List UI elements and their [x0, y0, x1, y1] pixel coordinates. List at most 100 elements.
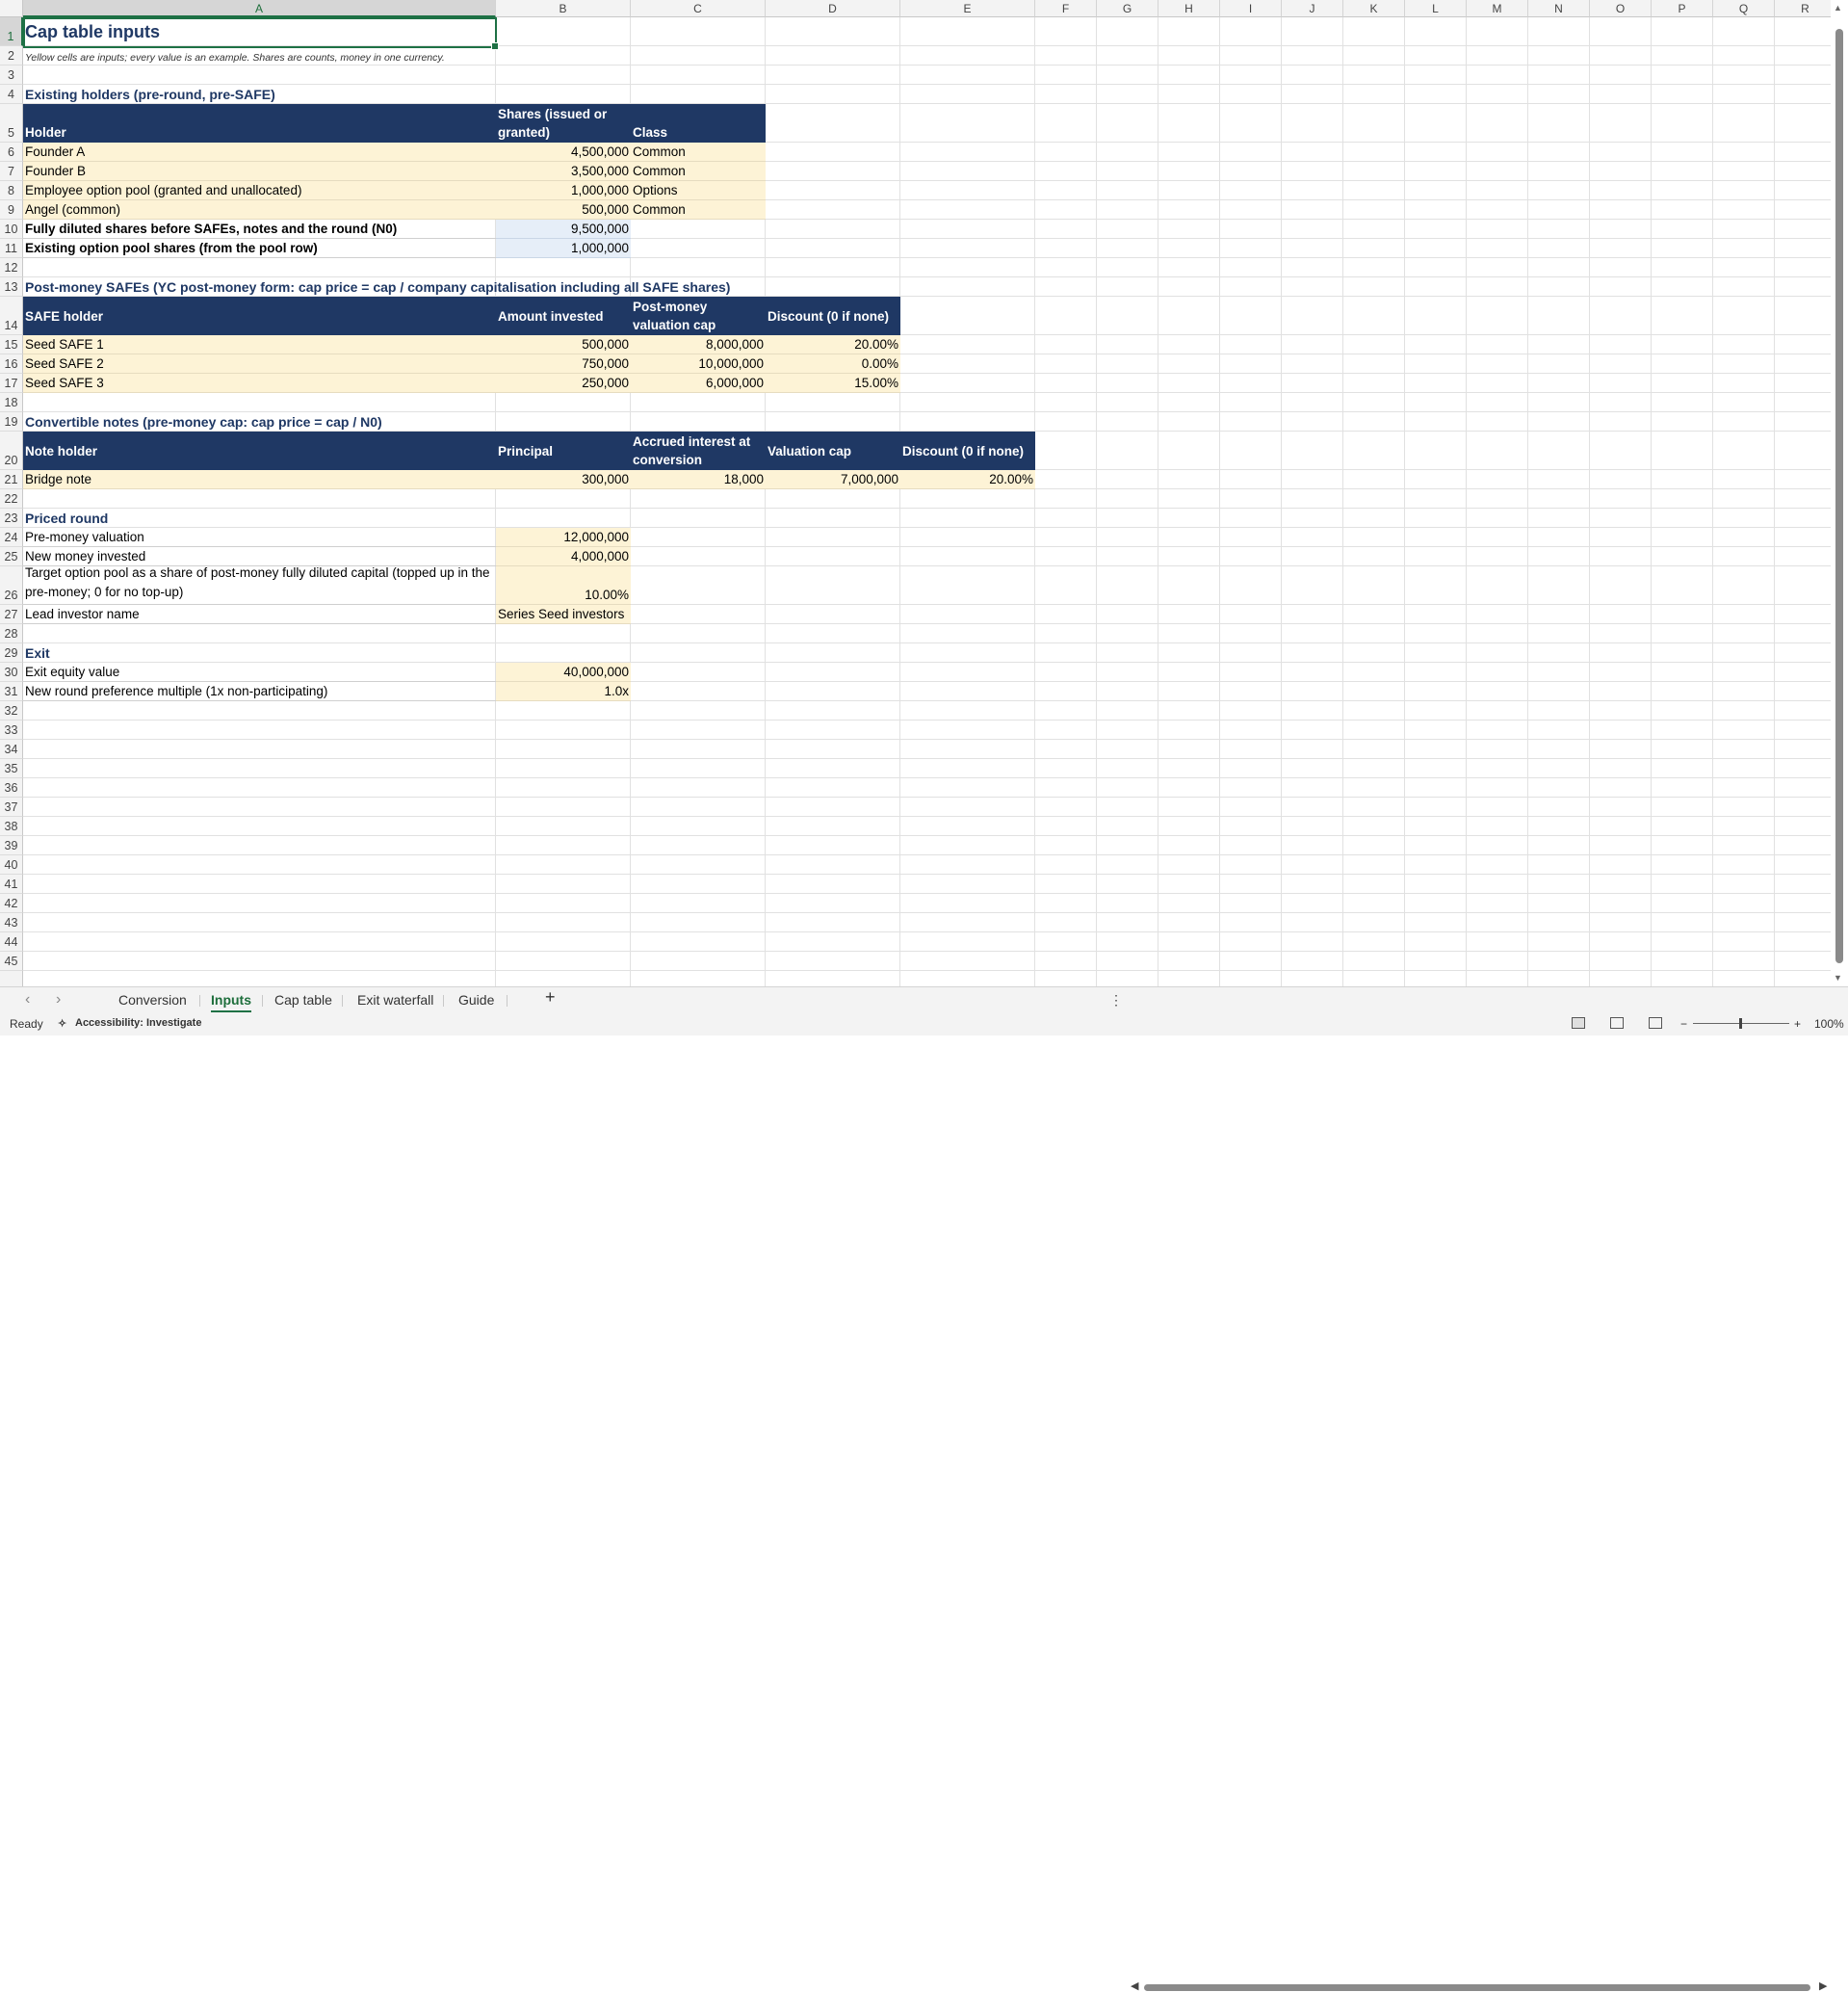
pool-shares-value[interactable]: 1,000,000: [496, 239, 631, 258]
table-header[interactable]: Post-money valuation cap: [631, 297, 766, 335]
holder-shares[interactable]: 4,500,000: [496, 143, 631, 162]
horizontal-scroll-thumb[interactable]: [1144, 1984, 1810, 1991]
table-header[interactable]: Amount invested: [496, 297, 631, 335]
row-header[interactable]: 19: [0, 412, 23, 432]
safe-cap[interactable]: 6,000,000: [631, 374, 766, 393]
zoom-out-icon[interactable]: −: [1680, 1017, 1687, 1031]
safe-amount[interactable]: 250,000: [496, 374, 631, 393]
pool-shares-label[interactable]: Existing option pool shares (from the po…: [23, 239, 496, 258]
row-header[interactable]: 10: [0, 220, 23, 239]
row-header[interactable]: 38: [0, 817, 23, 836]
row-header[interactable]: 17: [0, 374, 23, 393]
prev-sheet-icon[interactable]: ‹: [25, 991, 30, 1009]
row-header[interactable]: 34: [0, 740, 23, 759]
priced-round-value[interactable]: 10.00%: [496, 566, 631, 605]
row-header[interactable]: 26: [0, 566, 23, 605]
row-header[interactable]: 7: [0, 162, 23, 181]
table-header[interactable]: Accrued interest at conversion: [631, 432, 766, 470]
row-header[interactable]: 15: [0, 335, 23, 354]
row-header[interactable]: 6: [0, 143, 23, 162]
row-header[interactable]: 5: [0, 104, 23, 143]
holder-name[interactable]: Founder B: [23, 162, 496, 181]
holder-name[interactable]: Founder A: [23, 143, 496, 162]
holder-class[interactable]: Common: [631, 162, 766, 181]
next-sheet-icon[interactable]: ›: [56, 991, 61, 1009]
table-header[interactable]: Class: [631, 104, 766, 143]
column-header[interactable]: G: [1097, 0, 1158, 17]
row-header[interactable]: 22: [0, 489, 23, 509]
horizontal-scrollbar[interactable]: ◀ ▶: [1129, 1980, 1832, 1992]
row-header[interactable]: 4: [0, 85, 23, 104]
safe-cap[interactable]: 8,000,000: [631, 335, 766, 354]
safe-discount[interactable]: 0.00%: [766, 354, 900, 374]
row-header[interactable]: 27: [0, 605, 23, 624]
column-header[interactable]: K: [1343, 0, 1405, 17]
safe-discount[interactable]: 20.00%: [766, 335, 900, 354]
row-header[interactable]: 44: [0, 932, 23, 952]
column-header[interactable]: Q: [1713, 0, 1775, 17]
table-header[interactable]: SAFE holder: [23, 297, 496, 335]
column-header[interactable]: L: [1405, 0, 1467, 17]
table-header[interactable]: Principal: [496, 432, 631, 470]
accessibility-icon[interactable]: ✧: [58, 1017, 66, 1030]
row-header[interactable]: 1: [0, 17, 23, 46]
exit-value[interactable]: 40,000,000: [496, 663, 631, 682]
holder-shares[interactable]: 1,000,000: [496, 181, 631, 200]
section-heading[interactable]: Existing holders (pre-round, pre-SAFE): [23, 85, 766, 104]
safe-amount[interactable]: 500,000: [496, 335, 631, 354]
priced-round-value[interactable]: 12,000,000: [496, 528, 631, 547]
row-header[interactable]: 24: [0, 528, 23, 547]
priced-round-label[interactable]: Target option pool as a share of post-mo…: [23, 566, 496, 605]
row-header[interactable]: 9: [0, 200, 23, 220]
accessibility-status[interactable]: Accessibility: Investigate: [75, 1017, 201, 1029]
row-header[interactable]: 2: [0, 46, 23, 66]
select-all-corner[interactable]: [0, 0, 23, 17]
note-interest[interactable]: 18,000: [631, 470, 766, 489]
zoom-slider-thumb[interactable]: [1739, 1018, 1742, 1029]
column-header[interactable]: N: [1528, 0, 1590, 17]
row-header[interactable]: 25: [0, 547, 23, 566]
note-discount[interactable]: 20.00%: [900, 470, 1035, 489]
row-header[interactable]: 36: [0, 778, 23, 798]
safe-holder[interactable]: Seed SAFE 1: [23, 335, 496, 354]
row-header[interactable]: 13: [0, 277, 23, 297]
column-header[interactable]: O: [1590, 0, 1652, 17]
column-header[interactable]: A: [23, 0, 496, 17]
holder-class[interactable]: Common: [631, 143, 766, 162]
safe-amount[interactable]: 750,000: [496, 354, 631, 374]
holder-class[interactable]: Common: [631, 200, 766, 220]
column-header[interactable]: I: [1220, 0, 1282, 17]
tab-conversion[interactable]: Conversion: [118, 990, 187, 1009]
table-header[interactable]: Discount (0 if none): [900, 432, 1035, 470]
fd-shares-label[interactable]: Fully diluted shares before SAFEs, notes…: [23, 220, 496, 239]
row-header[interactable]: 8: [0, 181, 23, 200]
zoom-level[interactable]: 100%: [1814, 1017, 1844, 1031]
exit-label[interactable]: New round preference multiple (1x non-pa…: [23, 682, 496, 701]
row-header[interactable]: 40: [0, 855, 23, 875]
row-header[interactable]: 45: [0, 952, 23, 971]
row-header[interactable]: 21: [0, 470, 23, 489]
row-header[interactable]: 18: [0, 393, 23, 412]
tab-cap-table[interactable]: Cap table: [274, 990, 332, 1009]
row-header[interactable]: 20: [0, 432, 23, 470]
add-sheet-button[interactable]: +: [545, 987, 556, 1007]
row-header[interactable]: 32: [0, 701, 23, 721]
tab-guide[interactable]: Guide: [458, 990, 494, 1009]
column-header[interactable]: B: [496, 0, 631, 17]
table-header[interactable]: Note holder: [23, 432, 496, 470]
tab-exit-waterfall[interactable]: Exit waterfall: [357, 990, 433, 1009]
priced-round-label[interactable]: Lead investor name: [23, 605, 496, 624]
row-header[interactable]: 3: [0, 66, 23, 85]
row-header[interactable]: 14: [0, 297, 23, 335]
tab-inputs[interactable]: Inputs: [211, 990, 251, 1012]
priced-round-label[interactable]: New money invested: [23, 547, 496, 566]
column-header[interactable]: P: [1652, 0, 1713, 17]
vertical-scroll-thumb[interactable]: [1835, 29, 1843, 963]
column-header[interactable]: F: [1035, 0, 1097, 17]
row-header[interactable]: 12: [0, 258, 23, 277]
row-header[interactable]: 11: [0, 239, 23, 258]
priced-round-value[interactable]: 4,000,000: [496, 547, 631, 566]
row-header[interactable]: 39: [0, 836, 23, 855]
exit-value[interactable]: 1.0x: [496, 682, 631, 701]
table-header[interactable]: Holder: [23, 104, 496, 143]
